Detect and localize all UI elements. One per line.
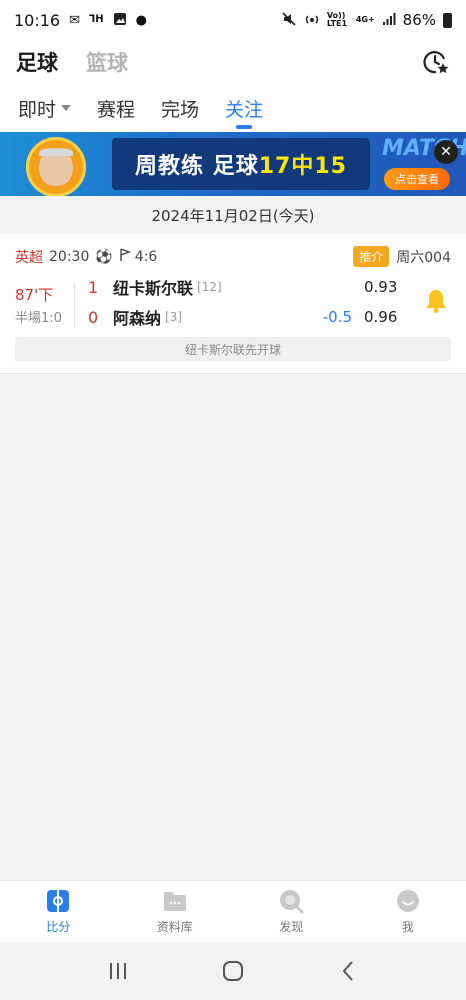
profile-icon: [396, 890, 419, 912]
home-team-row: 1 纽卡斯尔联 [12] 0.93: [88, 276, 398, 299]
match-minute: 87'下: [15, 286, 54, 304]
history-star-icon[interactable]: [422, 48, 450, 76]
away-score: 0: [88, 307, 99, 327]
nav-score-label: 比分: [46, 920, 71, 934]
tab-live-label: 即时: [18, 98, 57, 121]
soccer-ball-icon: ⚽: [95, 248, 113, 265]
status-bar: 10:16 ✉ ᒣᕼ ● Vo)) LTE1 4G+ 86%: [0, 0, 466, 40]
mail-icon: ✉: [69, 12, 81, 28]
bell-icon[interactable]: [424, 288, 448, 314]
tab-finished[interactable]: 完场: [161, 84, 199, 132]
tab-live[interactable]: 即时: [18, 84, 72, 132]
match-meta-row: 英超 20:30 ⚽ 4:6 推介 周六004: [15, 246, 451, 267]
back-icon[interactable]: [333, 956, 363, 986]
banner-cta-button[interactable]: 点击查看: [384, 168, 450, 190]
volte-label: Vo)) LTE1: [326, 11, 348, 28]
battery-icon: [443, 12, 452, 28]
mute-icon: [281, 11, 297, 30]
away-odds: 0.96: [364, 308, 398, 326]
status-time: 10:16: [14, 10, 61, 30]
nav-profile[interactable]: 我: [350, 881, 466, 942]
home-icon[interactable]: [218, 956, 248, 986]
nav-database[interactable]: 资料库: [117, 881, 234, 942]
corner-count: 4:6: [134, 248, 158, 265]
system-nav-bar: [0, 942, 466, 1000]
app-screen: 10:16 ✉ ᒣᕼ ● Vo)) LTE1 4G+ 86% 足球 篮球 即时 …: [0, 0, 466, 1000]
score-icon: [47, 890, 70, 912]
status-left: 10:16 ✉ ᒣᕼ ●: [14, 11, 147, 30]
battery-percent: 86%: [402, 11, 436, 29]
tab-schedule[interactable]: 赛程: [97, 84, 135, 132]
status-right: Vo)) LTE1 4G+ 86%: [281, 11, 452, 30]
filter-tabs: 即时 赛程 完场 关注: [0, 84, 466, 132]
halftime-score: 半場1:0: [15, 311, 62, 326]
carrier-icon: ᒣᕼ: [89, 14, 104, 25]
tab-basketball[interactable]: 篮球: [86, 47, 128, 77]
away-team-rank: [3]: [165, 310, 183, 324]
coach-avatar: [26, 137, 86, 196]
league-name[interactable]: 英超: [15, 247, 43, 267]
tab-football[interactable]: 足球: [16, 47, 58, 77]
away-team-row: 0 阿森纳 [3] -0.5 0.96: [88, 306, 398, 329]
network-type: 4G+: [355, 15, 375, 24]
hotspot-icon: [304, 11, 320, 30]
gallery-icon: [113, 12, 127, 29]
handicap-line: -0.5: [322, 308, 352, 326]
home-odds: 0.93: [364, 278, 398, 296]
coach-face-image: [39, 148, 73, 186]
corner-flag-icon: [119, 247, 131, 266]
signal-icon: [382, 12, 396, 29]
bottom-nav: 比分 资料库 发现 我: [0, 880, 466, 942]
match-card[interactable]: 英超 20:30 ⚽ 4:6 推介 周六004 87'下 半場1:0 1 纽卡斯…: [0, 234, 466, 374]
date-header: 2024年11月02日(今天): [0, 196, 466, 234]
divider: [74, 282, 75, 328]
recent-apps-icon[interactable]: [103, 956, 133, 986]
nav-profile-label: 我: [401, 920, 414, 934]
home-team-rank: [12]: [197, 280, 222, 294]
sport-nav: 足球 篮球: [0, 40, 466, 84]
nav-database-label: 资料库: [156, 920, 193, 934]
away-team-name: 阿森纳: [113, 309, 162, 328]
nav-discover-label: 发现: [279, 920, 304, 934]
kickoff-time: 20:30: [49, 248, 90, 265]
dot-icon: ●: [135, 12, 147, 28]
folder-icon: [163, 892, 186, 911]
match-number: 周六004: [396, 249, 451, 266]
promo-banner[interactable]: 周教练 足球17中15 MATCH 点击查看 ✕: [0, 132, 466, 196]
banner-text-prefix: 周教练 足球: [135, 154, 259, 179]
tab-following[interactable]: 关注: [225, 84, 263, 132]
close-icon[interactable]: ✕: [434, 140, 458, 164]
recommend-badge[interactable]: 推介: [353, 246, 390, 267]
banner-headline: 周教练 足球17中15: [112, 138, 370, 190]
nav-discover[interactable]: 发现: [233, 881, 350, 942]
home-team-name: 纽卡斯尔联: [113, 279, 194, 298]
banner-text-highlight: 17中15: [258, 154, 347, 179]
banner-text: 周教练 足球17中15: [135, 148, 347, 180]
discover-icon: [280, 890, 304, 914]
home-score: 1: [88, 277, 99, 297]
nav-score[interactable]: 比分: [0, 881, 117, 942]
kickoff-note: 纽卡斯尔联先开球: [15, 337, 451, 361]
dropdown-caret-icon: [61, 105, 72, 111]
